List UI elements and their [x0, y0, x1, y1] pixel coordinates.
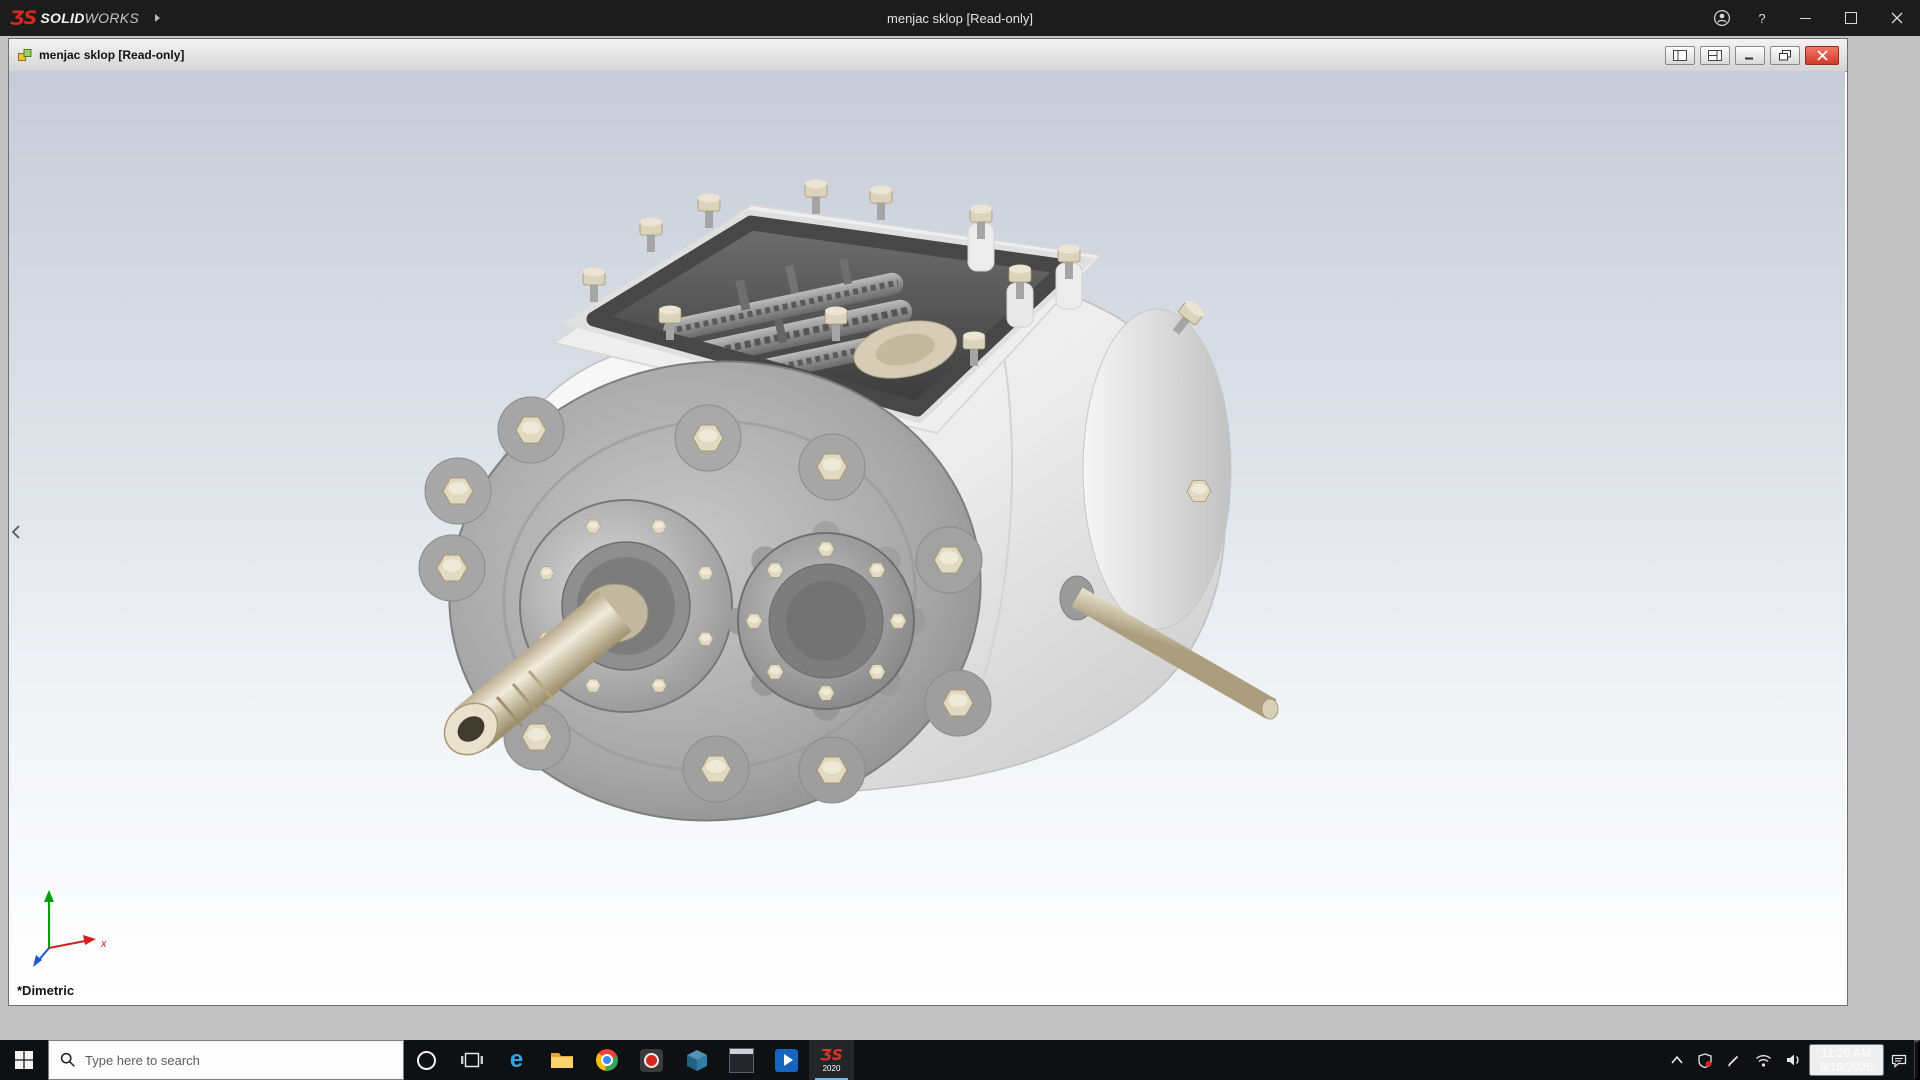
pinned-app-1-icon — [640, 1048, 663, 1072]
doc-close-button[interactable] — [1805, 45, 1839, 65]
pen-icon — [1727, 1055, 1738, 1066]
view-orientation-label: *Dimetric — [17, 983, 75, 998]
menu-expand-arrow-icon[interactable] — [155, 14, 161, 22]
taskbar-search-input[interactable]: Type here to search — [48, 1040, 404, 1080]
tray-icon-1[interactable] — [1691, 1040, 1719, 1080]
account-icon — [1713, 9, 1731, 27]
taskbar-pinned-icon-2[interactable] — [674, 1040, 719, 1080]
triad-x-axis — [48, 940, 86, 949]
doc-minimize-icon — [1745, 57, 1753, 60]
taskbar-pinned-icon-1[interactable] — [629, 1040, 674, 1080]
doc-pane-button-2[interactable] — [1700, 45, 1730, 65]
task-view-button[interactable] — [449, 1040, 494, 1080]
clock-date: 9/16/2020 — [1819, 1060, 1873, 1074]
panel-expand-arrow-icon[interactable] — [9, 519, 22, 545]
document-window: menjac sklop [Read-only] x *Dimetric — [8, 38, 1848, 1006]
app-close-button[interactable] — [1874, 0, 1920, 36]
doc-close-icon — [1816, 49, 1828, 61]
pinned-app-2-icon — [686, 1050, 707, 1071]
help-icon: ? — [1758, 10, 1766, 26]
wifi-icon — [1755, 1054, 1771, 1067]
maximize-icon — [1845, 12, 1857, 24]
brand-text-solid: SOLID — [40, 10, 85, 26]
solidworks-logo: ƷS SOLID WORKS — [0, 7, 139, 29]
solidworks-app-icon: ƷS 2020 — [820, 1045, 843, 1073]
show-desktop-button[interactable] — [1914, 1040, 1920, 1080]
document-titlebar: menjac sklop [Read-only] — [9, 39, 1847, 72]
system-tray: 11:20 AM 9/16/2020 — [1663, 1040, 1920, 1080]
action-center-icon — [1891, 1054, 1907, 1068]
shield-status-icon — [1697, 1052, 1712, 1068]
edge-icon: e — [509, 1046, 524, 1073]
pinned-app-4-icon — [775, 1048, 798, 1072]
pane-layout-2-icon — [1708, 49, 1722, 61]
action-center-button[interactable] — [1884, 1040, 1914, 1080]
taskbar-icon-chrome[interactable] — [584, 1040, 629, 1080]
app-caption-buttons: ? — [1702, 0, 1920, 36]
cortana-button[interactable] — [404, 1040, 449, 1080]
pinned-app-3-icon — [729, 1047, 754, 1073]
taskbar-icon-edge[interactable]: e — [494, 1040, 539, 1080]
hidden-icons-chevron[interactable] — [1663, 1040, 1691, 1080]
start-button[interactable] — [0, 1040, 48, 1080]
gearbox-model[interactable] — [9, 71, 1845, 1003]
windows-logo-icon — [15, 1051, 33, 1069]
taskbar-pinned-icon-4[interactable] — [764, 1040, 809, 1080]
close-icon — [1891, 12, 1903, 24]
chevron-up-icon — [1670, 1055, 1683, 1064]
chrome-icon — [595, 1049, 618, 1071]
minimize-icon — [1799, 17, 1811, 19]
doc-minimize-button[interactable] — [1735, 45, 1765, 65]
help-button[interactable]: ? — [1742, 0, 1782, 36]
graphics-viewport[interactable]: x *Dimetric — [9, 71, 1845, 1003]
app-title: menjac sklop [Read-only] — [887, 10, 1033, 26]
solidworks-year-badge: 2020 — [822, 1063, 841, 1073]
task-view-icon — [460, 1052, 483, 1068]
doc-pane-button-1[interactable] — [1665, 45, 1695, 65]
document-title: menjac sklop [Read-only] — [39, 48, 185, 62]
taskbar-pinned-icon-3[interactable] — [719, 1040, 764, 1080]
search-icon — [60, 1052, 75, 1067]
file-explorer-icon — [550, 1053, 573, 1068]
side-cover[interactable] — [726, 521, 926, 721]
app-titlebar: ƷS SOLID WORKS menjac sklop [Read-only] … — [0, 0, 1920, 36]
search-placeholder-text: Type here to search — [85, 1052, 200, 1068]
doc-restore-icon — [1779, 49, 1791, 60]
volume-icon-button[interactable] — [1779, 1040, 1809, 1080]
taskbar-icon-solidworks[interactable]: ƷS 2020 — [809, 1040, 854, 1080]
brand-text-works: WORKS — [84, 10, 140, 26]
pane-layout-icon — [1673, 49, 1687, 61]
orientation-triad: x — [27, 884, 119, 977]
tray-icon-2[interactable] — [1719, 1040, 1748, 1080]
doc-restore-button[interactable] — [1770, 45, 1800, 65]
taskbar-icon-file-explorer[interactable] — [539, 1040, 584, 1080]
triad-x-label: x — [100, 938, 107, 950]
solidworks-glyph: ƷS — [820, 1045, 843, 1064]
network-icon-button[interactable] — [1748, 1040, 1779, 1080]
document-window-buttons — [1665, 45, 1839, 65]
account-button[interactable] — [1702, 0, 1742, 36]
cortana-icon — [417, 1050, 436, 1070]
app-maximize-button[interactable] — [1828, 0, 1874, 36]
solidworks-logo-icon: ƷS — [10, 7, 37, 29]
assembly-document-icon — [18, 49, 32, 61]
taskbar: Type here to search e ƷS 2020 11:20 AM 9… — [0, 1040, 1920, 1080]
app-minimize-button[interactable] — [1782, 0, 1828, 36]
volume-icon — [1786, 1054, 1799, 1066]
taskbar-clock[interactable]: 11:20 AM 9/16/2020 — [1808, 1044, 1884, 1076]
clock-time: 11:20 AM — [1821, 1046, 1872, 1060]
